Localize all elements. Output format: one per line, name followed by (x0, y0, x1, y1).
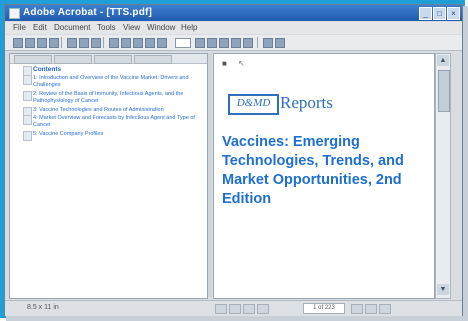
page-size-text: 8.5 x 11 in (27, 304, 59, 311)
bookmark-icon (23, 131, 32, 141)
toc-item-5[interactable]: 5: Vaccine Company Profiles (33, 131, 198, 138)
next-page-icon[interactable] (133, 38, 143, 48)
menu-bar: File Edit Document Tools View Window Hel… (5, 22, 462, 34)
tab-comments[interactable] (94, 55, 132, 64)
toc-heading[interactable]: Contents (33, 66, 61, 73)
pane-splitter[interactable] (208, 53, 212, 297)
toolbar-divider (61, 37, 62, 48)
next-page-icon[interactable] (243, 304, 255, 314)
continuous-icon[interactable] (365, 304, 377, 314)
print-icon[interactable] (37, 38, 47, 48)
last-page-icon[interactable] (257, 304, 269, 314)
fit-page-icon[interactable] (231, 38, 241, 48)
scroll-up-icon[interactable]: ▲ (437, 55, 449, 66)
vertical-scrollbar[interactable]: ▲ ▼ (435, 53, 451, 299)
nav-tab-bar (10, 54, 207, 64)
save-icon[interactable] (25, 38, 35, 48)
hand-tool-icon[interactable] (67, 38, 77, 48)
actual-size-icon[interactable] (219, 38, 229, 48)
zoom-tool-icon[interactable] (79, 38, 89, 48)
menu-window[interactable]: Window (147, 23, 175, 32)
go-back-icon[interactable] (157, 38, 167, 48)
close-button[interactable]: × (447, 7, 460, 20)
bookmark-icon (23, 115, 32, 125)
window-title: Adobe Acrobat - [TTS.pdf] (23, 7, 153, 18)
page-indicator[interactable]: 1 of 223 (303, 303, 345, 314)
title-bar[interactable]: Adobe Acrobat - [TTS.pdf] _ □ × (5, 5, 462, 21)
email-icon[interactable] (49, 38, 59, 48)
page-number-input[interactable] (175, 38, 191, 48)
toc-item-1[interactable]: 1: Introduction and Overview of the Vacc… (33, 75, 198, 89)
menu-file[interactable]: File (13, 23, 26, 32)
fit-width-icon[interactable] (243, 38, 253, 48)
zoom-in-icon[interactable] (207, 38, 217, 48)
document-page: ■ ↖ D&MD Reports Vaccines: Emerging Tech… (213, 53, 435, 299)
zoom-out-icon[interactable] (195, 38, 205, 48)
document-title: Vaccines: Emerging Technologies, Trends,… (222, 134, 404, 207)
menu-edit[interactable]: Edit (33, 23, 47, 32)
acrobat-window: Adobe Acrobat - [TTS.pdf] _ □ × File Edi… (4, 4, 463, 316)
previous-page-icon[interactable] (121, 38, 131, 48)
acrobat-app-icon (9, 8, 20, 19)
cursor-icon[interactable]: ↖ (238, 59, 245, 68)
rotate-icon[interactable] (263, 38, 273, 48)
tab-thumbnails[interactable] (54, 55, 92, 64)
scroll-down-icon[interactable]: ▼ (437, 284, 449, 295)
menu-tools[interactable]: Tools (97, 23, 116, 32)
tab-bookmarks[interactable] (14, 55, 52, 64)
toc-item-2[interactable]: 2: Review of the Basis of Immunity, Infe… (33, 91, 198, 105)
toolbar (5, 35, 462, 51)
menu-help[interactable]: Help (181, 23, 197, 32)
toc-item-4[interactable]: 4: Market Overview and Forecasts by Infe… (33, 115, 198, 129)
previous-page-icon[interactable] (229, 304, 241, 314)
open-icon[interactable] (13, 38, 23, 48)
tab-signatures[interactable] (134, 55, 172, 64)
first-page-icon[interactable] (109, 38, 119, 48)
logo-text: D&MD (236, 97, 271, 109)
menu-document[interactable]: Document (54, 23, 90, 32)
menu-view[interactable]: View (123, 23, 140, 32)
maximize-button[interactable]: □ (433, 7, 446, 20)
find-icon[interactable] (275, 38, 285, 48)
select-text-icon[interactable] (91, 38, 101, 48)
first-page-icon[interactable] (215, 304, 227, 314)
minimize-button[interactable]: _ (419, 7, 432, 20)
single-page-icon[interactable] (351, 304, 363, 314)
toolbar-divider (257, 37, 258, 48)
toolbar-divider (103, 37, 104, 48)
bookmarks-pane: Contents 1: Introduction and Overview of… (9, 53, 208, 299)
bookmark-icon (23, 75, 32, 85)
note-icon[interactable]: ■ (222, 59, 227, 68)
last-page-icon[interactable] (145, 38, 155, 48)
facing-pages-icon[interactable] (379, 304, 391, 314)
toc-item-3[interactable]: 3: Vaccine Technologies and Routes of Ad… (33, 107, 198, 114)
dmd-logo: D&MD (228, 94, 279, 115)
status-bar: 8.5 x 11 in 1 of 223 (5, 300, 462, 316)
scroll-thumb[interactable] (438, 70, 450, 112)
reports-label: Reports (280, 93, 333, 112)
bookmark-icon (23, 91, 32, 101)
